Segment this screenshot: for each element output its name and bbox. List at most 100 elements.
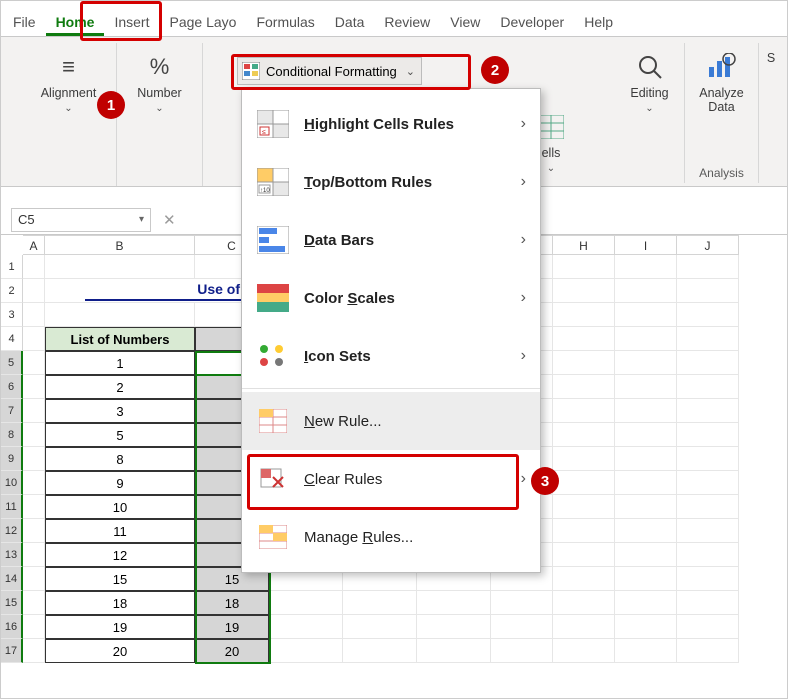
table-row: 8 [45, 447, 195, 471]
sensitivity-button[interactable]: S [761, 45, 781, 65]
menu-label: Clear Rules [304, 471, 498, 488]
row-7[interactable]: 7 [1, 399, 23, 423]
tab-insert[interactable]: Insert [104, 7, 159, 36]
menu-label: Manage Rules... [304, 529, 498, 546]
menu-data-bars[interactable]: Data Bars › [242, 211, 540, 269]
group-spacer [5, 43, 21, 186]
analyze-data-button[interactable]: Analyze Data [690, 45, 754, 115]
tab-review[interactable]: Review [374, 7, 440, 36]
chevron-right-icon: › [512, 173, 526, 191]
row-16[interactable]: 16 [1, 615, 23, 639]
row-17[interactable]: 17 [1, 639, 23, 663]
row-2[interactable]: 2 [1, 279, 23, 303]
chevron-right-icon: › [512, 231, 526, 249]
row-13[interactable]: 13 [1, 543, 23, 567]
menu-manage-rules[interactable]: Manage Rules... [242, 508, 540, 566]
chevron-right-icon: › [512, 115, 526, 133]
table-header-b: List of Numbers [45, 327, 195, 351]
menu-separator [242, 388, 540, 389]
callout-number-2: 2 [481, 56, 509, 84]
chevron-right-icon: › [512, 470, 526, 488]
icon-sets-icon [256, 341, 290, 371]
name-box-value: C5 [18, 212, 35, 227]
chevron-down-icon: ⌄ [645, 103, 653, 114]
alignment-label: Alignment [41, 86, 97, 100]
menu-label: New Rule... [304, 413, 498, 430]
sensitivity-label: S [767, 51, 775, 65]
row-1[interactable]: 1 [1, 255, 23, 279]
row-3[interactable]: 3 [1, 303, 23, 327]
conditional-formatting-button[interactable]: Conditional Formatting ⌄ [237, 57, 422, 85]
table-row: 10 [45, 495, 195, 519]
chevron-down-icon: ⌄ [403, 65, 415, 78]
tab-help[interactable]: Help [574, 7, 623, 36]
name-box[interactable]: C5 ▾ [11, 208, 151, 232]
col-B[interactable]: B [45, 235, 195, 255]
col-I[interactable]: I [615, 235, 677, 255]
top-bottom-icon: ↑10 [256, 167, 290, 197]
row-5[interactable]: 5 [1, 351, 23, 375]
chevron-down-icon: ▾ [139, 214, 144, 225]
cancel-icon[interactable]: ✕ [163, 211, 176, 229]
table-row: 12 [45, 543, 195, 567]
col-J[interactable]: J [677, 235, 739, 255]
table-row: 5 [45, 423, 195, 447]
tab-view[interactable]: View [440, 7, 490, 36]
menu-label: Top/Bottom Rules [304, 174, 498, 191]
analyze-chart-icon [706, 51, 738, 83]
chevron-down-icon: ⌄ [155, 103, 163, 114]
chevron-down-icon: ⌄ [547, 163, 555, 174]
row-11[interactable]: 11 [1, 495, 23, 519]
col-H[interactable]: H [553, 235, 615, 255]
row-4[interactable]: 4 [1, 327, 23, 351]
menu-label: Color Scales [304, 290, 498, 307]
editing-button[interactable]: Editing⌄ [618, 45, 682, 115]
chevron-down-icon: ⌄ [64, 103, 72, 114]
table-row: 3 [45, 399, 195, 423]
table-row: 1 [45, 351, 195, 375]
table-row: 20 [45, 639, 195, 663]
group-editing: Editing⌄ [615, 43, 685, 183]
tab-pagelayout[interactable]: Page Layo [159, 7, 246, 36]
number-button[interactable]: % Number⌄ [128, 45, 192, 115]
alignment-button[interactable]: ≡ Alignment⌄ [37, 45, 101, 115]
table-row: 19 [195, 615, 269, 639]
row-6[interactable]: 6 [1, 375, 23, 399]
menu-color-scales[interactable]: Color Scales › [242, 269, 540, 327]
row-8[interactable]: 8 [1, 423, 23, 447]
analyze-label: Analyze Data [690, 86, 754, 115]
table-row: 20 [195, 639, 269, 663]
col-A[interactable]: A [23, 235, 45, 255]
menu-label: Data Bars [304, 232, 498, 249]
find-icon [634, 51, 666, 83]
number-label: Number [137, 86, 181, 100]
ribbon-tabs: File Home Insert Page Layo Formulas Data… [1, 1, 787, 37]
menu-highlight-cells-rules[interactable]: ≤ Highlight Cells Rules › [242, 95, 540, 153]
tab-developer[interactable]: Developer [490, 7, 574, 36]
callout-number-1: 1 [97, 91, 125, 119]
menu-top-bottom-rules[interactable]: ↑10 Top/Bottom Rules › [242, 153, 540, 211]
table-row: 9 [45, 471, 195, 495]
menu-clear-rules[interactable]: Clear Rules › [242, 450, 540, 508]
menu-icon-sets[interactable]: Icon Sets › [242, 327, 540, 385]
row-14[interactable]: 14 [1, 567, 23, 591]
row-12[interactable]: 12 [1, 519, 23, 543]
tab-home[interactable]: Home [46, 7, 105, 36]
cells-label: ells [542, 146, 561, 160]
row-headers: 1 2 3 4 5 6 7 8 9 10 11 12 13 14 15 16 1… [1, 255, 23, 663]
formula-bar-icons: ✕ [155, 211, 184, 229]
highlight-cells-icon: ≤ [256, 109, 290, 139]
conditional-formatting-icon [242, 62, 260, 80]
row-10[interactable]: 10 [1, 471, 23, 495]
tab-formulas[interactable]: Formulas [246, 7, 324, 36]
table-row: 11 [45, 519, 195, 543]
row-9[interactable]: 9 [1, 447, 23, 471]
menu-new-rule[interactable]: New Rule... [242, 392, 540, 450]
table-row: 19 [45, 615, 195, 639]
tab-file[interactable]: File [3, 7, 46, 36]
row-15[interactable]: 15 [1, 591, 23, 615]
data-bars-icon [256, 225, 290, 255]
menu-label: Highlight Cells Rules [304, 116, 498, 133]
tab-data[interactable]: Data [325, 7, 375, 36]
menu-label: Icon Sets [304, 348, 498, 365]
